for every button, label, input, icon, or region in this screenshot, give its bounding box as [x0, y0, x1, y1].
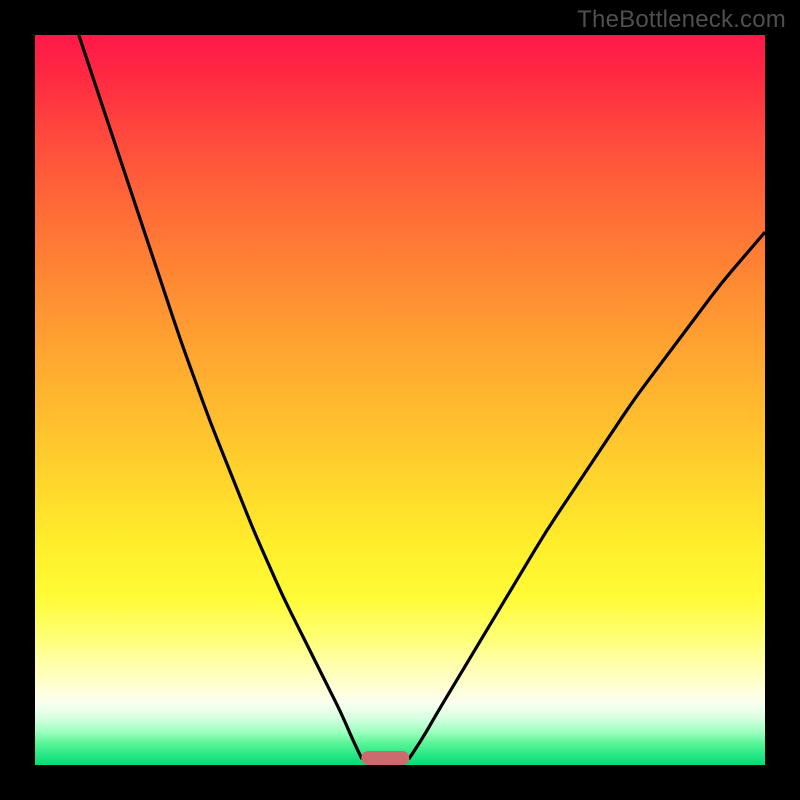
plot-area	[35, 35, 765, 765]
optimum-range-marker	[362, 751, 409, 765]
watermark-text: TheBottleneck.com	[577, 6, 786, 34]
curves-svg	[35, 35, 765, 765]
right-bottleneck-curve	[409, 232, 765, 759]
left-bottleneck-curve	[79, 35, 362, 759]
